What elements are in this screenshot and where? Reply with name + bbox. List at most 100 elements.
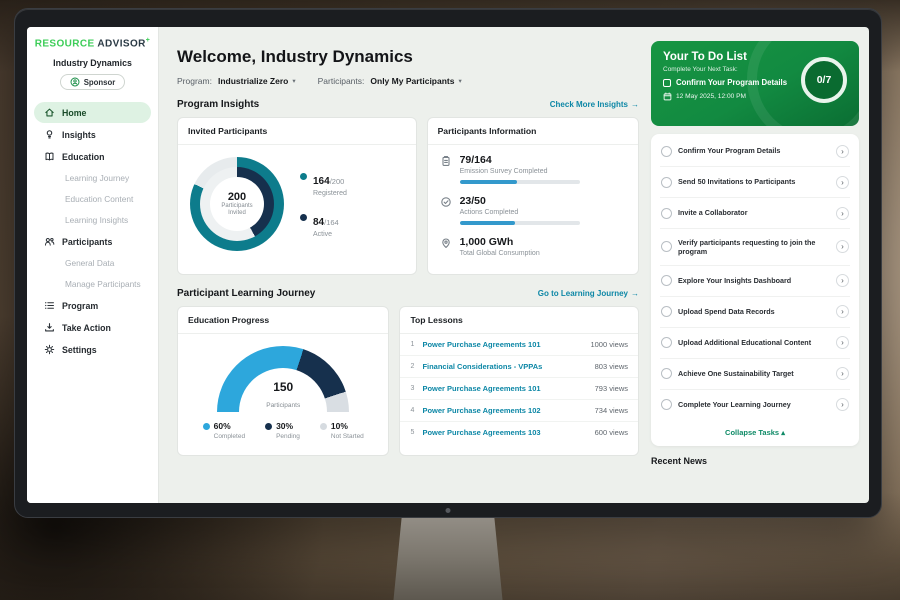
sidebar-item-learning-insights[interactable]: Learning Insights — [34, 210, 151, 230]
task-checkbox[interactable] — [661, 306, 672, 317]
logo-text-primary: RESOURCE — [35, 38, 95, 49]
chevron-right-icon[interactable]: › — [836, 336, 849, 349]
lesson-link[interactable]: Power Purchase Agreements 101 — [422, 340, 590, 349]
legend-dot-navy — [265, 423, 272, 430]
task-row[interactable]: Complete Your Learning Journey › — [660, 390, 850, 420]
task-row[interactable]: Send 50 Invitations to Participants › — [660, 167, 850, 198]
task-checkbox[interactable] — [661, 177, 672, 188]
sidebar-item-participants[interactable]: Participants — [34, 231, 151, 252]
legend-total: /200 — [330, 177, 345, 186]
task-checkbox[interactable] — [661, 399, 672, 410]
legend-value: 164 — [313, 176, 330, 187]
task-row[interactable]: Achieve One Sustainability Target › — [660, 359, 850, 390]
todo-summary-card: Your To Do List Complete Your Next Task:… — [651, 41, 859, 126]
task-checkbox[interactable] — [661, 275, 672, 286]
lesson-views: 600 views — [595, 428, 628, 437]
lesson-views: 803 views — [595, 362, 628, 371]
task-label: Explore Your Insights Dashboard — [678, 276, 830, 285]
chevron-right-icon[interactable]: › — [836, 305, 849, 318]
sidebar-item-take-action[interactable]: Take Action — [34, 317, 151, 338]
chevron-right-icon[interactable]: › — [836, 176, 849, 189]
task-checkbox[interactable] — [661, 146, 672, 157]
sidebar-item-label: General Data — [65, 258, 114, 268]
lesson-row: 1 Power Purchase Agreements 101 1000 vie… — [400, 334, 638, 356]
lesson-link[interactable]: Power Purchase Agreements 102 — [422, 406, 594, 415]
lesson-views: 734 views — [595, 406, 628, 415]
sidebar-item-education[interactable]: Education — [34, 146, 151, 167]
task-label: Complete Your Learning Journey — [678, 400, 830, 409]
lesson-link[interactable]: Power Purchase Agreements 101 — [422, 384, 594, 393]
task-row[interactable]: Invite a Collaborator › — [660, 198, 850, 229]
chevron-right-icon[interactable]: › — [836, 207, 849, 220]
check-more-insights-link[interactable]: Check More Insights → — [550, 100, 639, 109]
todo-panel: Your To Do List Complete Your Next Task:… — [651, 27, 869, 503]
legend-item-pending: 30% Pending — [265, 421, 300, 440]
action-download-icon — [44, 322, 55, 333]
checkbox[interactable] — [663, 79, 671, 87]
task-row[interactable]: Verify participants requesting to join t… — [660, 229, 850, 266]
chevron-right-icon[interactable]: › — [836, 240, 849, 253]
card-title: Participants Information — [428, 118, 638, 145]
lesson-link[interactable]: Financial Considerations - VPPAs — [422, 362, 594, 371]
task-checkbox[interactable] — [661, 368, 672, 379]
chevron-up-icon: ▴ — [781, 428, 785, 437]
sidebar-item-insights[interactable]: Insights — [34, 124, 151, 145]
chevron-right-icon[interactable]: › — [836, 367, 849, 380]
go-to-learning-journey-link[interactable]: Go to Learning Journey → — [538, 289, 639, 298]
section-title: Program Insights — [177, 99, 259, 110]
lesson-row: 4 Power Purchase Agreements 102 734 view… — [400, 400, 638, 422]
todo-task-list: Confirm Your Program Details › Send 50 I… — [651, 134, 859, 446]
book-icon — [44, 151, 55, 162]
task-label: Achieve One Sustainability Target — [678, 369, 830, 378]
program-select[interactable]: Industrialize Zero ▾ — [218, 76, 296, 86]
gauge-center-caption: Participants — [266, 402, 300, 409]
sidebar-item-program[interactable]: Program — [34, 295, 151, 316]
progress-bar-track — [460, 180, 580, 184]
lesson-link[interactable]: Power Purchase Agreements 103 — [422, 428, 594, 437]
chevron-right-icon[interactable]: › — [836, 145, 849, 158]
task-checkbox[interactable] — [661, 337, 672, 348]
lesson-rank: 1 — [410, 341, 422, 348]
insights-cards-row: Invited Participants 200 Participants In… — [177, 117, 639, 275]
todo-next-task-label: Confirm Your Program Details — [676, 78, 787, 87]
sidebar-item-label: Insights — [62, 130, 96, 140]
progress-bar-track — [460, 221, 580, 225]
gear-icon — [44, 344, 55, 355]
sidebar-item-learning-journey[interactable]: Learning Journey — [34, 168, 151, 188]
participants-select[interactable]: Only My Participants ▾ — [370, 76, 461, 86]
lesson-row: 3 Power Purchase Agreements 101 793 view… — [400, 378, 638, 400]
people-icon — [44, 236, 55, 247]
section-title: Participant Learning Journey — [177, 288, 315, 299]
sidebar-item-label: Learning Insights — [65, 215, 128, 225]
sidebar-item-manage-participants[interactable]: Manage Participants — [34, 274, 151, 294]
donut-legend: 164/200 Registered 84/164 Active — [300, 171, 347, 238]
collapse-tasks-link[interactable]: Collapse Tasks ▴ — [660, 420, 850, 444]
learning-cards-row: Education Progress 150 Participants 60% … — [177, 306, 639, 456]
sidebar-item-label: Learning Journey — [65, 173, 129, 183]
sidebar-item-education-content[interactable]: Education Content — [34, 189, 151, 209]
card-title: Education Progress — [178, 307, 388, 334]
task-checkbox[interactable] — [661, 208, 672, 219]
sidebar-item-label: Education Content — [65, 194, 133, 204]
sidebar-item-home[interactable]: Home — [34, 102, 151, 123]
arrow-right-icon: → — [631, 289, 639, 298]
clipboard-icon — [440, 155, 452, 167]
participants-select-value: Only My Participants — [370, 76, 454, 86]
task-row[interactable]: Upload Additional Educational Content › — [660, 328, 850, 359]
chevron-right-icon[interactable]: › — [836, 398, 849, 411]
sponsor-badge[interactable]: Sponsor — [60, 74, 126, 90]
chevron-right-icon[interactable]: › — [836, 274, 849, 287]
sidebar-item-settings[interactable]: Settings — [34, 339, 151, 360]
donut-center-value: 200 — [228, 191, 246, 203]
gauge-center-value: 150 — [217, 380, 349, 394]
invited-participants-donut-chart: 200 Participants Invited — [190, 157, 284, 251]
gauge-center-label: 150 Participants — [217, 380, 349, 412]
task-checkbox[interactable] — [661, 241, 672, 252]
task-row[interactable]: Upload Spend Data Records › — [660, 297, 850, 328]
task-row[interactable]: Confirm Your Program Details › — [660, 136, 850, 167]
card-title: Top Lessons — [400, 307, 638, 334]
todo-next-task[interactable]: Confirm Your Program Details — [663, 78, 813, 87]
sidebar-item-general-data[interactable]: General Data — [34, 253, 151, 273]
legend-item-not-started: 10% Not Started — [320, 421, 364, 440]
task-row[interactable]: Explore Your Insights Dashboard › — [660, 266, 850, 297]
